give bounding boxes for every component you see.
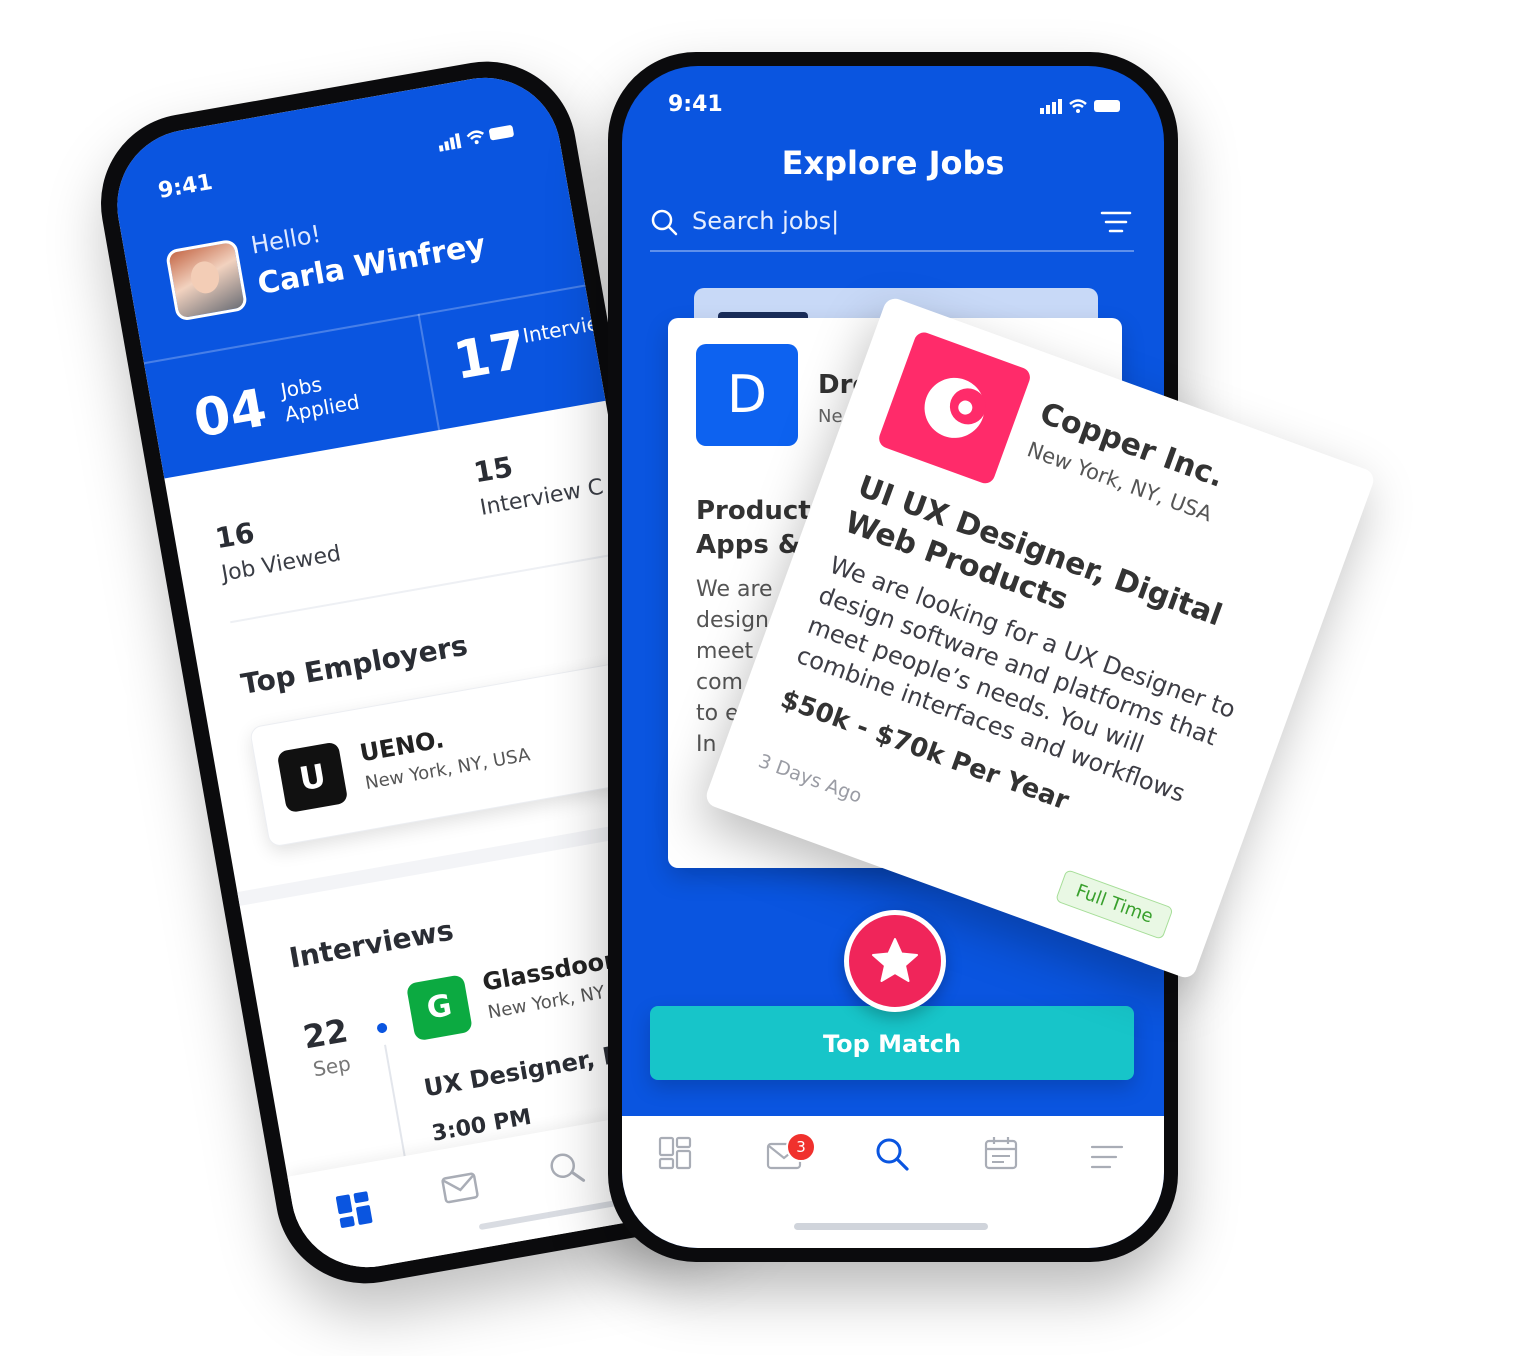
posted-time: 3 Days Ago — [755, 750, 865, 808]
menu-icon[interactable] — [1090, 1144, 1124, 1174]
copper-logo-icon — [924, 377, 986, 438]
search-icon[interactable] — [545, 1147, 587, 1193]
job-type-badge: Full Time — [1054, 869, 1174, 940]
mail-badge: 3 — [786, 1132, 816, 1162]
home-indicator — [794, 1223, 988, 1230]
calendar-icon[interactable] — [984, 1136, 1018, 1174]
search-icon[interactable] — [874, 1136, 910, 1176]
mail-icon[interactable] — [440, 1170, 481, 1210]
ueno-logo: U — [276, 741, 349, 814]
interviews-scheduled-count: 17 — [449, 320, 532, 392]
top-employers-title: Top Employers — [238, 628, 471, 702]
search-underline — [650, 250, 1134, 252]
status-time: 9:41 — [668, 92, 723, 117]
dashboard-icon[interactable] — [333, 1189, 375, 1235]
search-input[interactable] — [690, 202, 1074, 240]
interview-completed-count: 15 — [471, 450, 516, 490]
page-title: Explore Jobs — [781, 144, 1005, 182]
glassdoor-logo: G — [405, 974, 474, 1042]
avatar[interactable] — [164, 238, 249, 322]
status-icons — [1040, 96, 1124, 120]
interview-day: 22 — [300, 1011, 351, 1057]
interview-month: Sep — [311, 1051, 353, 1082]
signal-wifi-battery-icon — [1040, 99, 1120, 114]
search-icon — [650, 208, 678, 240]
company-logo: D — [696, 344, 798, 446]
dashboard-icon[interactable] — [658, 1136, 692, 1174]
favorite-button[interactable] — [844, 910, 946, 1012]
timeline-dot — [376, 1022, 388, 1034]
company-location: Ne — [818, 406, 843, 427]
top-match-button[interactable]: Top Match — [650, 1006, 1134, 1080]
bottom-nav: 3 — [622, 1116, 1164, 1248]
jobs-applied-count: 04 — [189, 378, 272, 450]
copper-logo — [876, 329, 1033, 487]
interviews-title: Interviews — [286, 913, 456, 975]
filter-icon[interactable] — [1100, 210, 1132, 238]
star-icon — [872, 938, 918, 982]
job-viewed-count: 16 — [212, 515, 257, 556]
home-indicator — [478, 1198, 628, 1231]
